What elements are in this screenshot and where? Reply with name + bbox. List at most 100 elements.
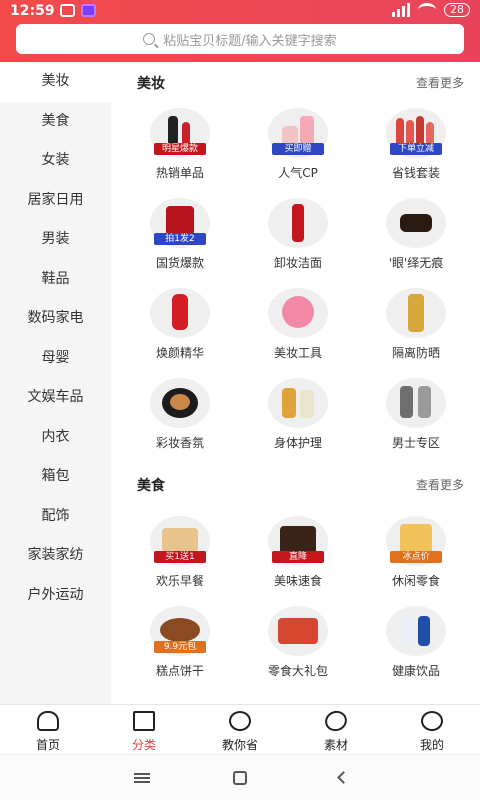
snack-gift-box-icon xyxy=(268,606,328,656)
saver-icon xyxy=(229,711,251,731)
sidebar-item-home-textile[interactable]: 家装家纺 xyxy=(0,536,111,576)
category-item[interactable]: 隔离防晒 xyxy=(357,280,475,370)
sidebar-item-outdoor[interactable]: 户外运动 xyxy=(0,576,111,616)
category-item-label: 省钱套装 xyxy=(391,166,440,180)
category-item[interactable]: 冰点价 休闲零食 xyxy=(357,508,475,598)
category-item-label: 国货爆款 xyxy=(155,256,204,270)
profile-icon xyxy=(421,711,443,731)
promo-badge: 拍1发2 xyxy=(154,233,206,245)
bottom-tab-bar: 首页 分类 教你省 素材 我的 xyxy=(0,704,480,754)
category-item[interactable]: 零食大礼包 xyxy=(239,598,357,688)
tab-label: 分类 xyxy=(131,738,156,752)
tab-category[interactable]: 分类 xyxy=(96,705,192,754)
category-item[interactable]: 健康饮品 xyxy=(357,598,475,688)
category-item[interactable]: '眼'绎无痕 xyxy=(357,190,475,280)
tab-material[interactable]: 素材 xyxy=(288,705,384,754)
category-item-label: 零食大礼包 xyxy=(267,664,328,678)
tab-label: 我的 xyxy=(419,738,444,752)
mens-skincare-icon xyxy=(386,378,446,428)
sidebar-item-underwear[interactable]: 内衣 xyxy=(0,418,111,458)
tab-label: 首页 xyxy=(35,738,60,752)
system-nav-bar xyxy=(0,754,480,800)
category-item[interactable]: 买即赠 人气CP xyxy=(239,100,357,190)
wifi-icon xyxy=(418,3,436,17)
cleanser-tube-icon xyxy=(268,198,328,248)
cleansing-brush-icon xyxy=(268,288,328,338)
category-item-label: '眼'绎无痕 xyxy=(388,256,444,270)
promo-badge: 冰点价 xyxy=(390,551,442,563)
category-item[interactable]: 下单立减 省钱套装 xyxy=(357,100,475,190)
category-item[interactable]: 焕颜精华 xyxy=(121,280,239,370)
category-item-label: 彩妆香氛 xyxy=(155,436,204,450)
category-item[interactable]: 男士专区 xyxy=(357,370,475,460)
category-content: 美妆 查看更多 明星爆款 热销单品 买即赠 人气CP 下单立减 省钱套装 拍1发… xyxy=(111,62,480,704)
sidebar-item-baby[interactable]: 母婴 xyxy=(0,339,111,379)
status-time: 12:59 xyxy=(10,3,55,19)
search-placeholder: 粘贴宝贝标题/输入关键字搜索 xyxy=(163,33,337,49)
tab-saver[interactable]: 教你省 xyxy=(192,705,288,754)
sunscreen-bottle-icon xyxy=(386,288,446,338)
category-item-label: 休闲零食 xyxy=(391,574,440,588)
category-grid: 明星爆款 热销单品 买即赠 人气CP 下单立减 省钱套装 拍1发2 国货爆款 卸… xyxy=(111,100,480,460)
signal-icon xyxy=(392,3,410,17)
promo-badge: 下单立减 xyxy=(390,143,442,155)
back-icon[interactable] xyxy=(337,771,350,784)
category-item[interactable]: 直降 美味速食 xyxy=(239,508,357,598)
home-button-icon[interactable] xyxy=(233,771,247,785)
category-sidebar: 美妆 美食 女装 居家日用 男装 鞋品 数码家电 母婴 文娱车品 内衣 箱包 配… xyxy=(0,62,111,704)
category-item-label: 糕点饼干 xyxy=(155,664,204,678)
promo-badge: 9.9元包 xyxy=(154,641,206,653)
eye-cream-jar-icon xyxy=(386,198,446,248)
tab-home[interactable]: 首页 xyxy=(0,705,96,754)
category-grid: 买1送1 欢乐早餐 直降 美味速食 冰点价 休闲零食 9.9元包 糕点饼干 零食… xyxy=(111,508,480,688)
sidebar-item-household[interactable]: 居家日用 xyxy=(0,181,111,221)
category-grid-icon xyxy=(133,711,155,731)
sidebar-item-accessories[interactable]: 配饰 xyxy=(0,497,111,537)
promo-badge: 买即赠 xyxy=(272,143,324,155)
category-item[interactable]: 彩妆香氛 xyxy=(121,370,239,460)
sidebar-item-shoes[interactable]: 鞋品 xyxy=(0,260,111,300)
promo-badge: 直降 xyxy=(272,551,324,563)
category-item[interactable]: 拍1发2 国货爆款 xyxy=(121,190,239,280)
body-lotion-icon xyxy=(268,378,328,428)
section-header: 美食 查看更多 xyxy=(111,464,480,502)
promo-badge: 买1送1 xyxy=(154,551,206,563)
category-item[interactable]: 卸妆洁面 xyxy=(239,190,357,280)
sidebar-item-digital[interactable]: 数码家电 xyxy=(0,299,111,339)
category-item[interactable]: 买1送1 欢乐早餐 xyxy=(121,508,239,598)
sidebar-item-beauty[interactable]: 美妆 xyxy=(0,62,111,102)
sidebar-item-womens[interactable]: 女装 xyxy=(0,141,111,181)
sidebar-item-food[interactable]: 美食 xyxy=(0,102,111,142)
category-item[interactable]: 9.9元包 糕点饼干 xyxy=(121,598,239,688)
section-title: 美妆 xyxy=(137,76,165,92)
serum-bottle-icon xyxy=(150,288,210,338)
search-area: 粘贴宝贝标题/输入关键字搜索 xyxy=(0,22,480,62)
section-header: 美妆 查看更多 xyxy=(111,62,480,100)
cushion-compact-icon xyxy=(150,378,210,428)
category-item-label: 人气CP xyxy=(278,166,318,180)
tab-label: 素材 xyxy=(323,738,348,752)
see-more-link[interactable]: 查看更多 xyxy=(416,476,464,493)
category-item-label: 欢乐早餐 xyxy=(155,574,204,588)
category-item[interactable]: 美妆工具 xyxy=(239,280,357,370)
recent-apps-icon[interactable] xyxy=(134,773,150,783)
app-notification-icon xyxy=(81,4,96,17)
weibo-notification-icon xyxy=(60,4,75,17)
category-item-label: 美味速食 xyxy=(273,574,322,588)
category-item[interactable]: 身体护理 xyxy=(239,370,357,460)
see-more-link[interactable]: 查看更多 xyxy=(416,74,464,91)
material-icon xyxy=(322,707,350,735)
tab-mine[interactable]: 我的 xyxy=(384,705,480,754)
milk-drink-icon xyxy=(386,606,446,656)
home-icon xyxy=(37,711,59,731)
category-item[interactable]: 明星爆款 热销单品 xyxy=(121,100,239,190)
search-input[interactable]: 粘贴宝贝标题/输入关键字搜索 xyxy=(16,24,464,54)
sidebar-item-entertainment-car[interactable]: 文娱车品 xyxy=(0,378,111,418)
promo-badge: 明星爆款 xyxy=(154,143,206,155)
category-item-label: 卸妆洁面 xyxy=(273,256,322,270)
category-item-label: 美妆工具 xyxy=(273,346,322,360)
sidebar-item-bags[interactable]: 箱包 xyxy=(0,457,111,497)
sidebar-item-mens[interactable]: 男装 xyxy=(0,220,111,260)
category-item-label: 热销单品 xyxy=(155,166,204,180)
section-title: 美食 xyxy=(137,478,165,494)
